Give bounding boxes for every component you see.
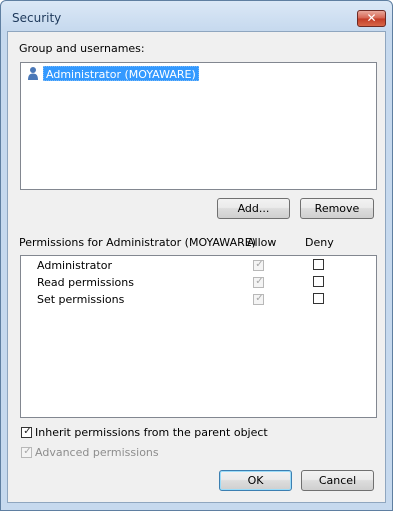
- advanced-label: Advanced permissions: [35, 446, 159, 459]
- advanced-checkbox: ✓: [21, 446, 32, 458]
- permissions-label: Permissions for Administrator (MOYAWARE): [19, 236, 256, 249]
- users-list[interactable]: Administrator (MOYAWARE): [20, 62, 377, 190]
- cancel-button[interactable]: Cancel: [301, 470, 374, 491]
- window-title: Security: [12, 11, 62, 25]
- inherit-label[interactable]: Inherit permissions from the parent obje…: [35, 426, 268, 439]
- deny-checkbox[interactable]: [313, 276, 324, 287]
- allow-checkbox: ✓: [253, 276, 264, 288]
- remove-button[interactable]: Remove: [300, 198, 374, 219]
- permission-name: Set permissions: [37, 293, 125, 306]
- dialog-client-area: Group and usernames: Administrator (MOYA…: [7, 31, 386, 503]
- inherit-checkbox[interactable]: ✓: [21, 426, 32, 438]
- deny-checkbox[interactable]: [313, 259, 324, 270]
- allow-checkbox: ✓: [253, 259, 264, 271]
- user-icon: [27, 66, 39, 81]
- close-button[interactable]: ✕: [357, 10, 386, 27]
- checkmark-icon: ✓: [255, 276, 264, 287]
- permission-name: Administrator: [37, 259, 112, 272]
- deny-header: Deny: [305, 236, 334, 249]
- ok-button[interactable]: OK: [219, 470, 292, 491]
- permissions-list[interactable]: Administrator ✓ Read permissions ✓ Set p…: [20, 255, 377, 418]
- add-button[interactable]: Add...: [217, 198, 290, 219]
- user-name: Administrator (MOYAWARE): [43, 66, 199, 81]
- checkmark-icon: ✓: [23, 446, 32, 457]
- permission-name: Read permissions: [37, 276, 134, 289]
- close-icon: ✕: [366, 11, 377, 25]
- allow-header: Allow: [247, 236, 277, 249]
- checkmark-icon: ✓: [23, 426, 32, 437]
- groups-label: Group and usernames:: [19, 42, 145, 55]
- security-dialog: Security ✕ Group and usernames: Administ…: [0, 0, 393, 511]
- allow-checkbox: ✓: [253, 293, 264, 305]
- checkmark-icon: ✓: [255, 293, 264, 304]
- checkmark-icon: ✓: [255, 259, 264, 270]
- deny-checkbox[interactable]: [313, 293, 324, 304]
- title-bar[interactable]: Security ✕: [1, 1, 392, 31]
